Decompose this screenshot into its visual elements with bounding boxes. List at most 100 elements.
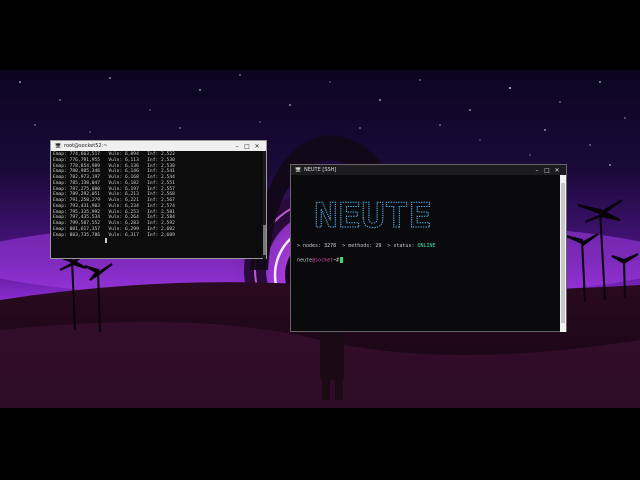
terminal-window-neute[interactable]: 🖥 NEUTE [SSH] – □ ✕ NEUTE > nodes: 3278 … [290, 164, 567, 332]
inf-value: 2,530 [161, 157, 175, 163]
vuln-value: 6,317 [125, 232, 139, 238]
vuln-label: Vuln: [108, 152, 123, 157]
terminal-window-root[interactable]: 🖥 root@socket52:~ – □ ✕ Emap: 774,663,51… [50, 140, 267, 259]
vuln-value: 6,182 [125, 180, 139, 186]
emap-label: Emap: [53, 226, 67, 232]
scrollbar-thumb[interactable] [561, 183, 565, 323]
vuln-label: Vuln: [108, 226, 123, 232]
vuln-label: Vuln: [108, 215, 123, 221]
close-button[interactable]: ✕ [552, 167, 562, 174]
emap-label: Emap: [53, 198, 67, 203]
window-title: root@socket52:~ [64, 143, 108, 149]
emap-value: 780,985,346 [69, 169, 101, 175]
inf-value: 2,574 [161, 203, 175, 209]
inf-value: 2,568 [161, 192, 175, 198]
vuln-value: 6,197 [125, 186, 139, 192]
putty-icon: 🖥 [294, 167, 302, 173]
inf-value: 2,592 [161, 221, 175, 226]
putty-icon: 🖥 [54, 143, 62, 149]
inf-label: Inf: [147, 192, 159, 198]
vuln-value: 6,146 [125, 169, 139, 175]
vuln-label: Vuln: [108, 192, 123, 198]
window-titlebar[interactable]: 🖥 root@socket52:~ – □ ✕ [51, 141, 266, 151]
nodes-value: 3278 [324, 243, 337, 249]
banner-text: NEUTE [314, 197, 432, 233]
scrollbar-thumb[interactable] [263, 225, 266, 255]
inf-value: 2,544 [161, 175, 175, 180]
vuln-label: Vuln: [108, 163, 123, 169]
emap-label: Emap: [53, 163, 67, 169]
methods-label: > methods: [342, 243, 373, 249]
letterbox-bottom [0, 408, 640, 480]
emap-value: 803,735,786 [69, 232, 101, 238]
scrollbar[interactable] [560, 175, 566, 332]
emap-label: Emap: [53, 209, 67, 215]
close-button[interactable]: ✕ [252, 143, 262, 150]
emap-value: 799,507,552 [69, 221, 101, 226]
inf-label: Inf: [147, 157, 159, 163]
window-titlebar[interactable]: 🖥 NEUTE [SSH] – □ ✕ [291, 165, 566, 175]
emap-label: Emap: [53, 175, 67, 180]
emap-value: 776,791,955 [69, 157, 101, 163]
minimize-button[interactable]: – [532, 167, 542, 174]
vuln-value: 6,094 [125, 152, 139, 157]
inf-label: Inf: [147, 203, 159, 209]
status-value: ONLINE [417, 243, 436, 249]
vuln-value: 6,299 [125, 226, 139, 232]
status-label: > status: [387, 243, 415, 249]
inf-value: 2,567 [161, 198, 175, 203]
emap-value: 774,663,517 [69, 152, 101, 157]
vuln-value: 6,264 [125, 215, 139, 221]
stats-line: > nodes: 3278 > methods: 29 > status: ON… [297, 243, 560, 249]
emap-value: 795,335,992 [69, 209, 101, 215]
ascii-banner: NEUTE [314, 196, 560, 237]
minimize-button[interactable]: – [232, 143, 242, 150]
vuln-label: Vuln: [108, 180, 123, 186]
emap-value: 778,854,989 [69, 163, 101, 169]
inf-label: Inf: [147, 209, 159, 215]
emap-label: Emap: [53, 232, 67, 238]
banner-art: NEUTE [314, 196, 433, 237]
inf-value: 2,581 [161, 209, 175, 215]
vuln-value: 6,113 [125, 157, 139, 163]
inf-label: Inf: [147, 152, 159, 157]
inf-value: 2,551 [161, 180, 175, 186]
inf-value: 2,609 [161, 232, 175, 238]
shell-prompt[interactable]: neute@socket~# [297, 257, 560, 264]
emap-value: 789,292,051 [69, 192, 101, 198]
vuln-label: Vuln: [108, 175, 123, 180]
emap-value: 793,431,903 [69, 203, 101, 209]
inf-value: 2,557 [161, 186, 175, 192]
maximize-button[interactable]: □ [242, 143, 252, 150]
emap-label: Emap: [53, 203, 67, 209]
terminal-output[interactable]: NEUTE > nodes: 3278 > methods: 29 > stat… [291, 175, 566, 332]
emap-label: Emap: [53, 169, 67, 175]
prompt-host: socket [315, 257, 334, 264]
inf-label: Inf: [147, 169, 159, 175]
emap-label: Emap: [53, 180, 67, 186]
maximize-button[interactable]: □ [542, 167, 552, 174]
emap-label: Emap: [53, 157, 67, 163]
vuln-value: 6,283 [125, 221, 139, 226]
emap-value: 782,973,197 [69, 175, 101, 180]
terminal-output[interactable]: Emap: 774,663,517 Vuln: 6,094 Inf: 2,522… [51, 151, 266, 259]
vuln-label: Vuln: [108, 186, 123, 192]
vuln-label: Vuln: [108, 221, 123, 226]
nodes-label: > nodes: [297, 243, 322, 249]
inf-value: 2,602 [161, 226, 175, 232]
emap-label: Emap: [53, 152, 67, 157]
emap-label: Emap: [53, 186, 67, 192]
vuln-value: 6,253 [125, 209, 139, 215]
inf-label: Inf: [147, 215, 159, 221]
letterbox-top [0, 0, 640, 70]
scrollbar[interactable] [263, 151, 266, 259]
emap-value: 791,258,279 [69, 198, 101, 203]
vuln-label: Vuln: [108, 203, 123, 209]
emap-value: 797,435,534 [69, 215, 101, 221]
inf-value: 2,522 [161, 152, 175, 157]
prompt-path: ~# [333, 257, 340, 264]
emap-value: 785,138,047 [69, 180, 101, 186]
prompt-user: neute [297, 257, 313, 264]
text-cursor [105, 238, 107, 244]
vuln-label: Vuln: [108, 232, 123, 238]
